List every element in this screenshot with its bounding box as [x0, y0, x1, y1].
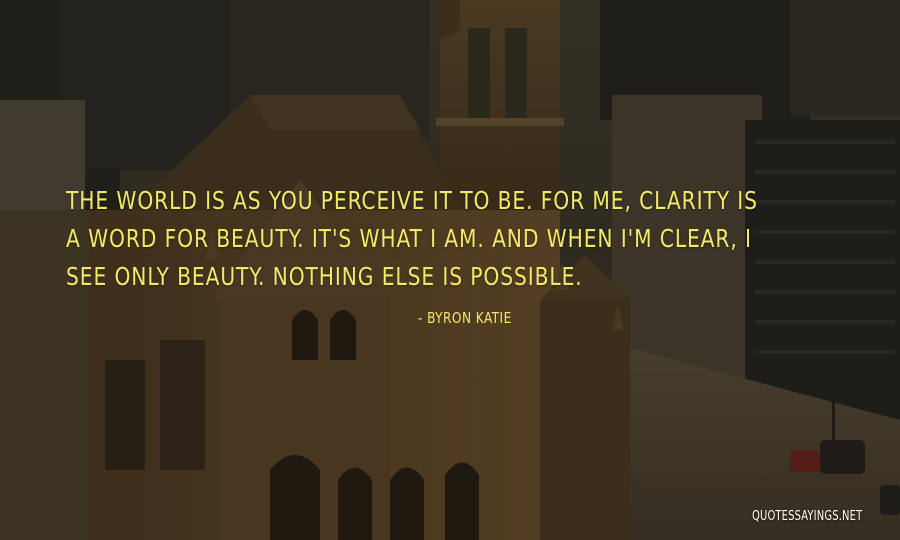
site-watermark: QUOTESSAYINGS.NET [752, 509, 863, 524]
quote-text: The world is as you perceive it to be. F… [66, 186, 758, 291]
quote-author: - Byron Katie [418, 309, 512, 327]
quote-image: The world is as you perceive it to be. F… [0, 0, 900, 540]
